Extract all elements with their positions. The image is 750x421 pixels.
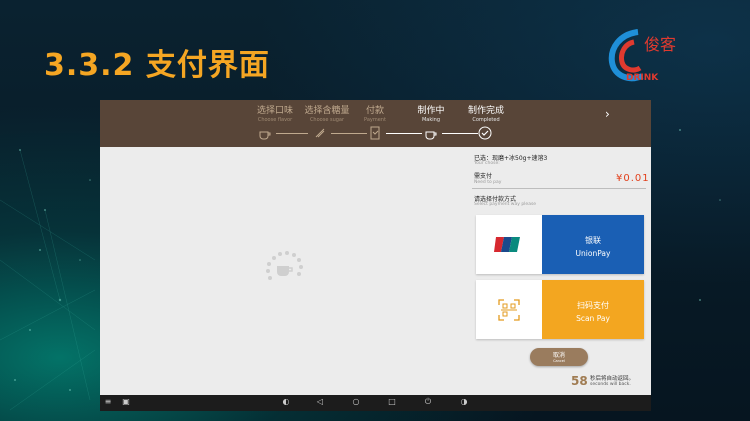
unionpay-logo-icon <box>494 237 520 252</box>
unionpay-label: 银联 <box>585 236 601 245</box>
brand-logo: 俊客 DRINK <box>608 29 676 83</box>
step-sublabel: Completed <box>472 117 500 123</box>
scan-pay-label-box: 扫码支付 Scan Pay <box>542 280 644 339</box>
menu-icon[interactable]: ≡ <box>102 397 114 406</box>
cancel-button[interactable]: 取消 Cancel <box>530 348 588 366</box>
step-connector <box>331 133 367 134</box>
recents-icon[interactable]: □ <box>386 397 398 406</box>
check-icon <box>478 126 492 140</box>
selected-sub: Your chose: <box>474 161 500 166</box>
progress-bar: 选择口味 Choose flavor 选择含糖量 Choose sugar 付款… <box>100 100 651 147</box>
choose-pay-sub: Select payment way please <box>474 202 537 207</box>
cancel-label: 取消 <box>552 352 565 359</box>
screenshot-icon[interactable]: ▣ <box>120 397 132 406</box>
divider <box>472 188 646 189</box>
slide-title: 3.3.2 支付界面 <box>44 48 270 83</box>
scan-pay-label: 扫码支付 <box>577 301 609 310</box>
scan-pay-sublabel: Scan Pay <box>576 314 610 323</box>
logo-sub: DRINK <box>626 73 659 83</box>
step-label: 制作完成 <box>467 106 504 116</box>
countdown-label: 秒后将自动返回。 <box>590 376 635 382</box>
countdown-sublabel: seconds will back. <box>590 382 631 387</box>
unionpay-logo-box <box>476 215 542 274</box>
qr-scan-icon <box>498 299 520 321</box>
coffee-cup-icon <box>259 131 271 140</box>
logo-text: 俊客 <box>644 35 676 54</box>
payment-icon <box>370 126 380 140</box>
scan-pay-option[interactable]: 扫码支付 Scan Pay <box>476 280 644 339</box>
volume-down-icon[interactable]: ◐ <box>280 397 292 406</box>
cancel-sublabel: Cancel <box>553 359 565 363</box>
step-connector <box>442 133 478 134</box>
home-icon[interactable]: ○ <box>350 397 362 406</box>
unionpay-option[interactable]: 银联 UnionPay <box>476 215 644 274</box>
sugar-icon <box>315 128 325 138</box>
power-icon[interactable]: ⏻ <box>422 397 434 407</box>
step-completed: 制作完成 Completed <box>451 103 521 123</box>
volume-up-icon[interactable]: ◑ <box>458 397 470 406</box>
pay-amount: ¥0.01 <box>616 173 650 184</box>
next-arrow-icon[interactable]: › <box>605 107 610 121</box>
android-nav-bar: ≡ ▣ ◐ ◁ ○ □ ⏻ ◑ <box>100 395 651 411</box>
unionpay-label-box: 银联 UnionPay <box>542 215 644 274</box>
step-connector <box>386 133 422 134</box>
step-connector <box>276 133 308 134</box>
unionpay-sublabel: UnionPay <box>575 249 611 258</box>
scan-logo-box <box>476 280 542 339</box>
coffee-cup-icon <box>425 131 437 140</box>
countdown-seconds: 58 <box>571 374 588 388</box>
back-icon[interactable]: ◁ <box>314 397 326 406</box>
kiosk-screen: 选择口味 Choose flavor 选择含糖量 Choose sugar 付款… <box>100 100 651 411</box>
loading-spinner-icon <box>266 251 303 280</box>
